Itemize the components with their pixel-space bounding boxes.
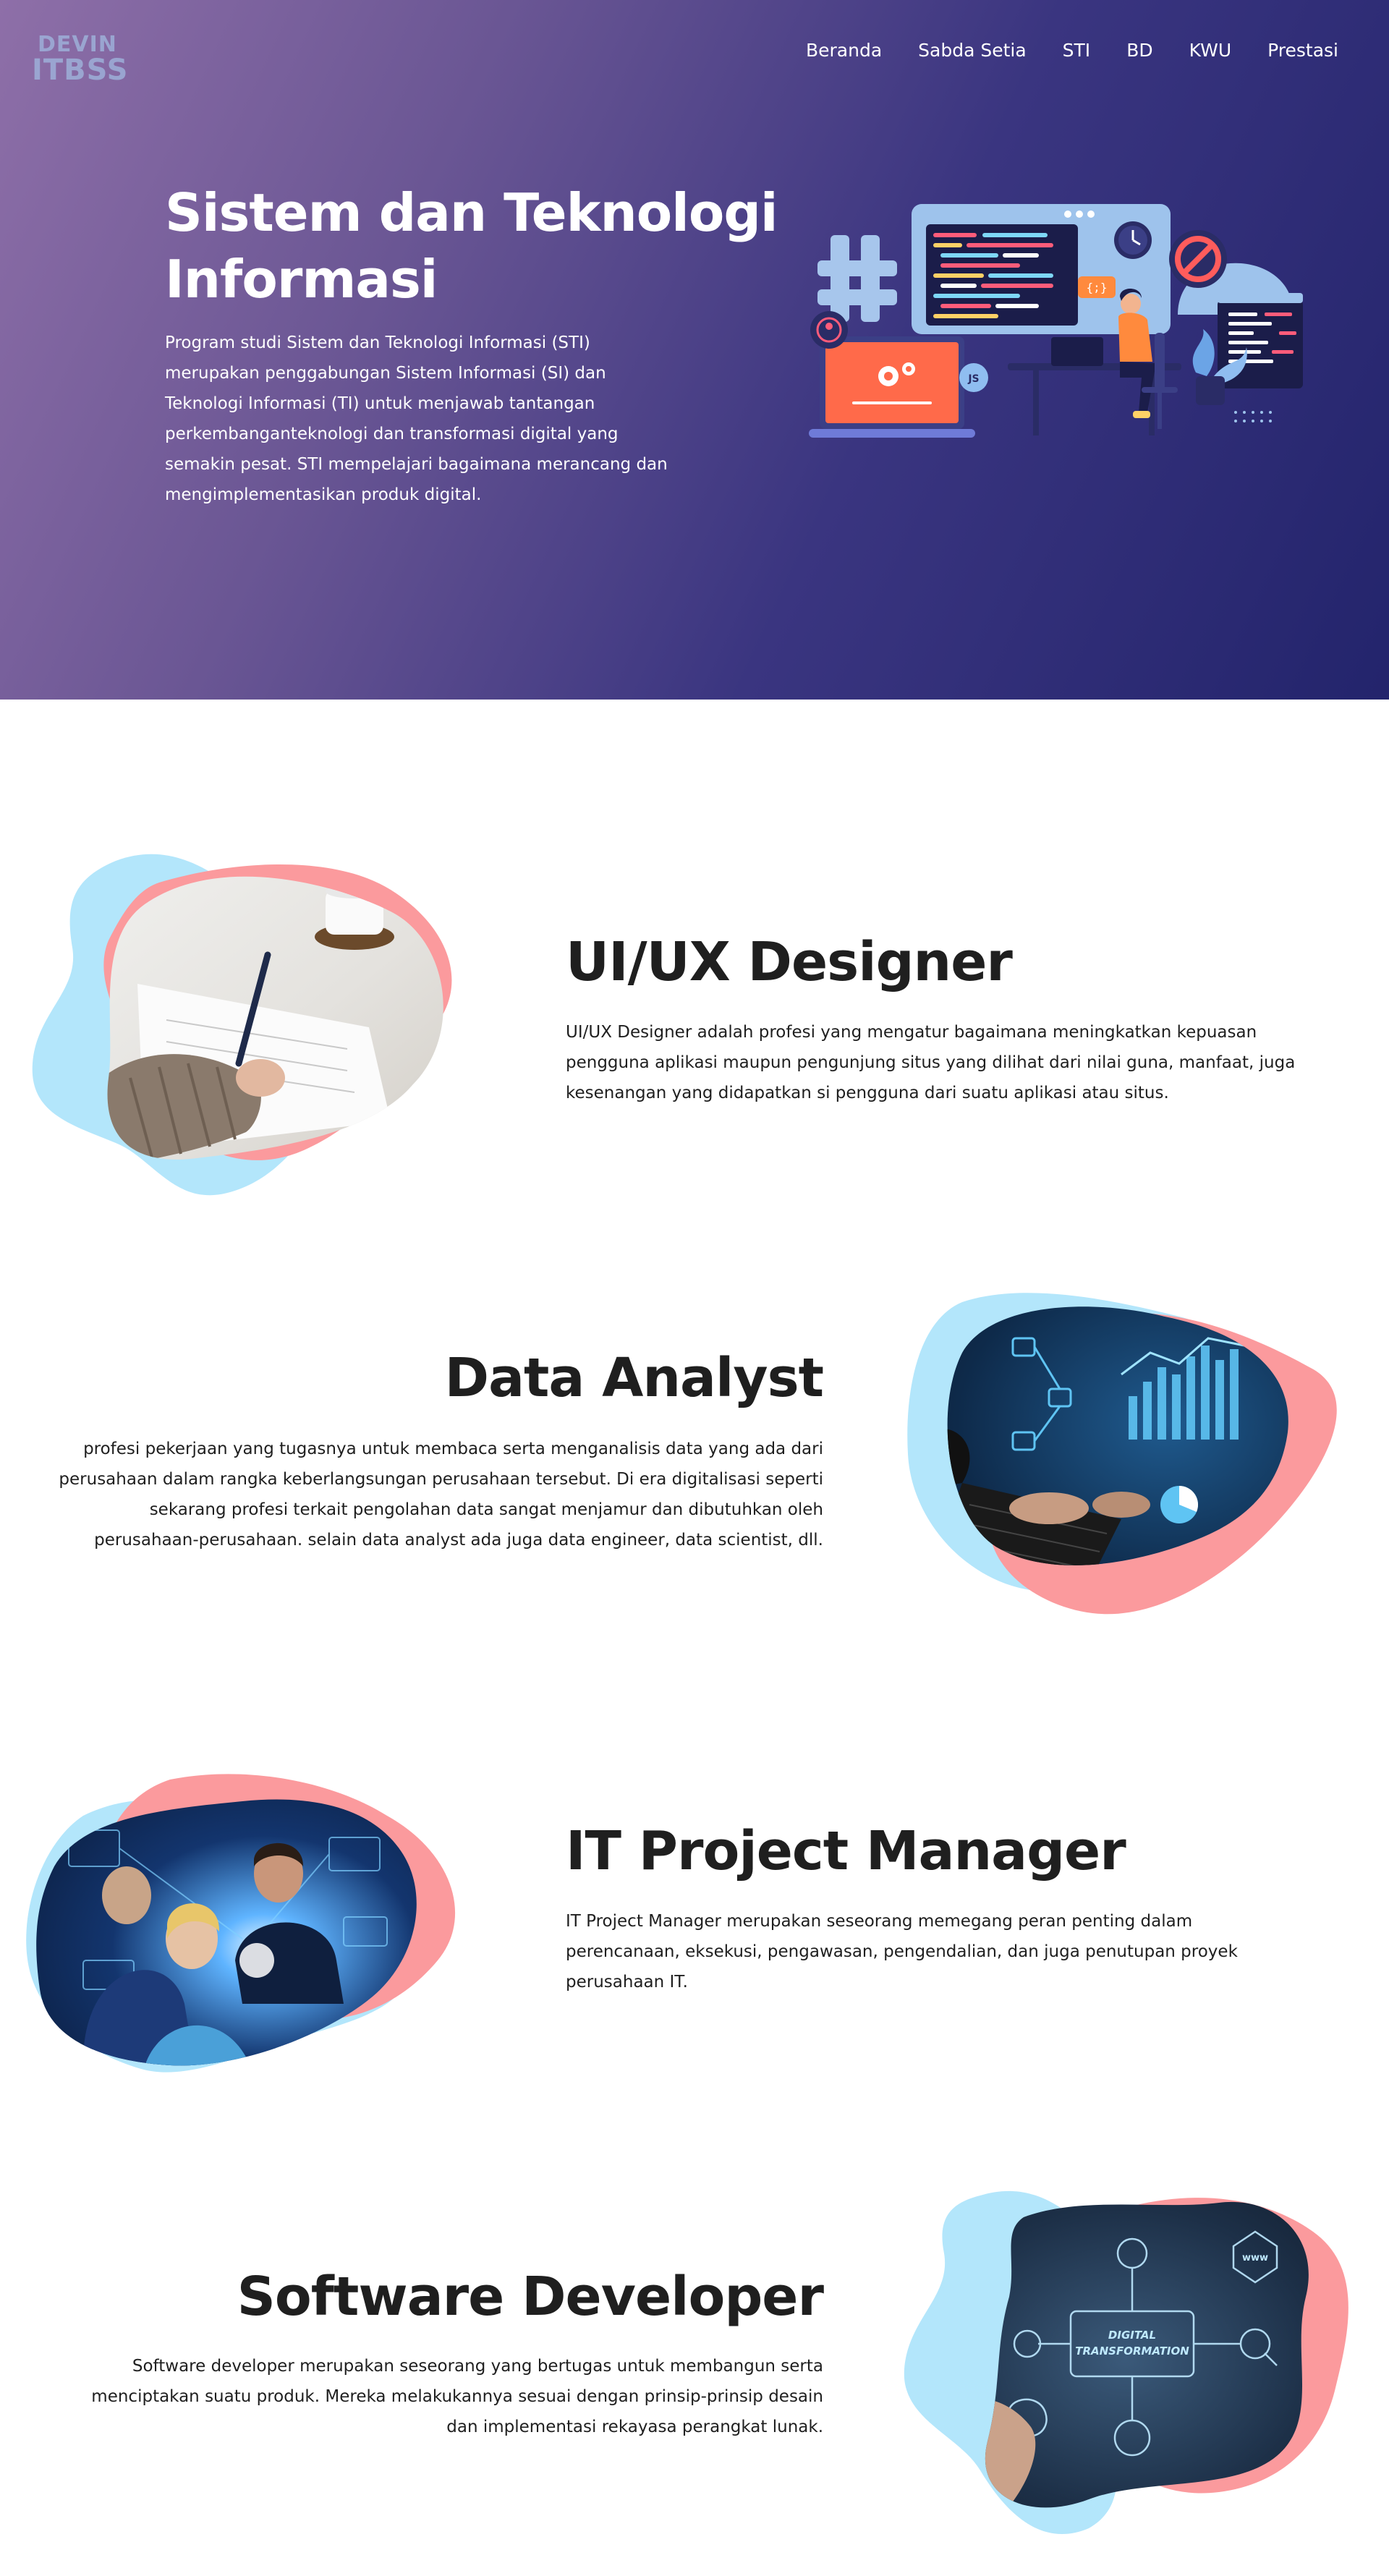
- uiux-description: UI/UX Designer adalah profesi yang menga…: [566, 1023, 1296, 1102]
- hero-description: Program studi Sistem dan Teknologi Infor…: [165, 333, 668, 504]
- nav-link-bd[interactable]: BD: [1126, 36, 1152, 65]
- logo-bottom-text: ITBSS: [32, 54, 129, 87]
- nav-link-sti[interactable]: STI: [1063, 36, 1091, 65]
- hero-banner: DEVIN ITBSS Beranda Sabda Setia STI BD K…: [0, 0, 1389, 700]
- js-badge-label: JS: [967, 373, 979, 385]
- data-analyst-description: profesi pekerjaan yang tugasnya untuk me…: [59, 1440, 823, 1550]
- site-logo[interactable]: DEVIN ITBSS: [32, 29, 127, 87]
- digital-caption-line2: TRANSFORMATION: [1075, 2345, 1189, 2358]
- uiux-title: UI/UX Designer: [566, 931, 1013, 993]
- developer-illustration: {;} JS: [809, 204, 1303, 438]
- nav-link-prestasi[interactable]: Prestasi: [1267, 36, 1338, 65]
- it-pm-title: IT Project Manager: [566, 1820, 1126, 1882]
- it-pm-description: IT Project Manager merupakan seseorang m…: [566, 1912, 1238, 1991]
- data-analyst-title: Data Analyst: [444, 1347, 824, 1409]
- nav-link-kwu[interactable]: KWU: [1189, 36, 1232, 65]
- nav-link-sabda-setia[interactable]: Sabda Setia: [918, 36, 1027, 65]
- data-analyst-image-blob: [904, 1288, 1338, 1628]
- it-pm-image-blob: [25, 1772, 459, 2091]
- svg-text:www: www: [1242, 2253, 1268, 2263]
- software-dev-title: Software Developer: [237, 2266, 824, 2328]
- code-badge-label: {;}: [1087, 281, 1108, 294]
- digital-caption-line1: DIGITAL: [1108, 2329, 1156, 2342]
- main-nav: Beranda Sabda Setia STI BD KWU Prestasi: [806, 36, 1338, 65]
- hero-title: Sistem dan Teknologi Informasi: [165, 182, 778, 310]
- uiux-image-blob: [29, 846, 477, 1208]
- software-dev-image-blob: DIGITAL TRANSFORMATION www: [901, 2181, 1349, 2535]
- software-dev-description: Software developer merupakan seseorang y…: [91, 2357, 823, 2436]
- nav-link-beranda[interactable]: Beranda: [806, 36, 882, 65]
